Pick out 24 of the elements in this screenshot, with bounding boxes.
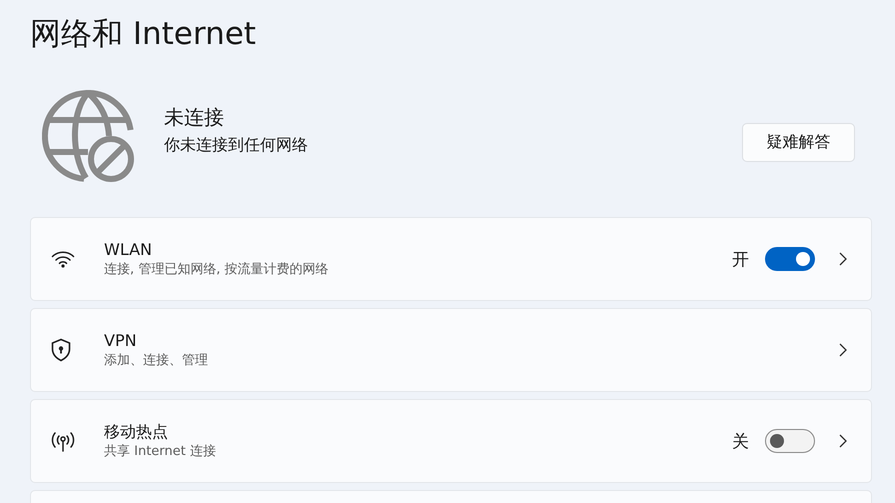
toggle-switch[interactable] — [765, 247, 815, 271]
settings-card[interactable]: WLAN 连接, 管理已知网络, 按流量计费的网络 开 — [30, 217, 872, 301]
hotspot-icon — [51, 430, 75, 452]
wifi-icon — [51, 250, 75, 268]
status-title: 未连接 — [164, 104, 225, 131]
toggle-state-label: 关 — [732, 430, 749, 452]
chevron-right-icon — [839, 434, 847, 448]
toggle-state-label: 开 — [732, 248, 749, 270]
status-subtitle: 你未连接到任何网络 — [164, 134, 309, 156]
toggle-switch[interactable] — [765, 429, 815, 453]
page-title: 网络和 Internet — [30, 15, 257, 54]
card-title: WLAN — [104, 239, 154, 261]
card-subtitle: 连接, 管理已知网络, 按流量计费的网络 — [104, 261, 330, 279]
troubleshoot-button[interactable]: 疑难解答 — [742, 122, 855, 162]
settings-card[interactable]: 移动热点 共享 Internet 连接 关 — [30, 399, 872, 483]
card-title: 移动热点 — [104, 421, 169, 443]
card-subtitle: 共享 Internet 连接 — [104, 443, 217, 461]
chevron-right-icon — [839, 343, 847, 357]
chevron-right-icon — [839, 252, 847, 266]
shield-lock-icon — [51, 338, 71, 362]
globe-blocked-icon — [42, 90, 134, 182]
settings-card[interactable]: VPN 添加、连接、管理 — [30, 308, 872, 392]
card-subtitle: 添加、连接、管理 — [104, 352, 209, 370]
card-title: VPN — [104, 330, 138, 352]
